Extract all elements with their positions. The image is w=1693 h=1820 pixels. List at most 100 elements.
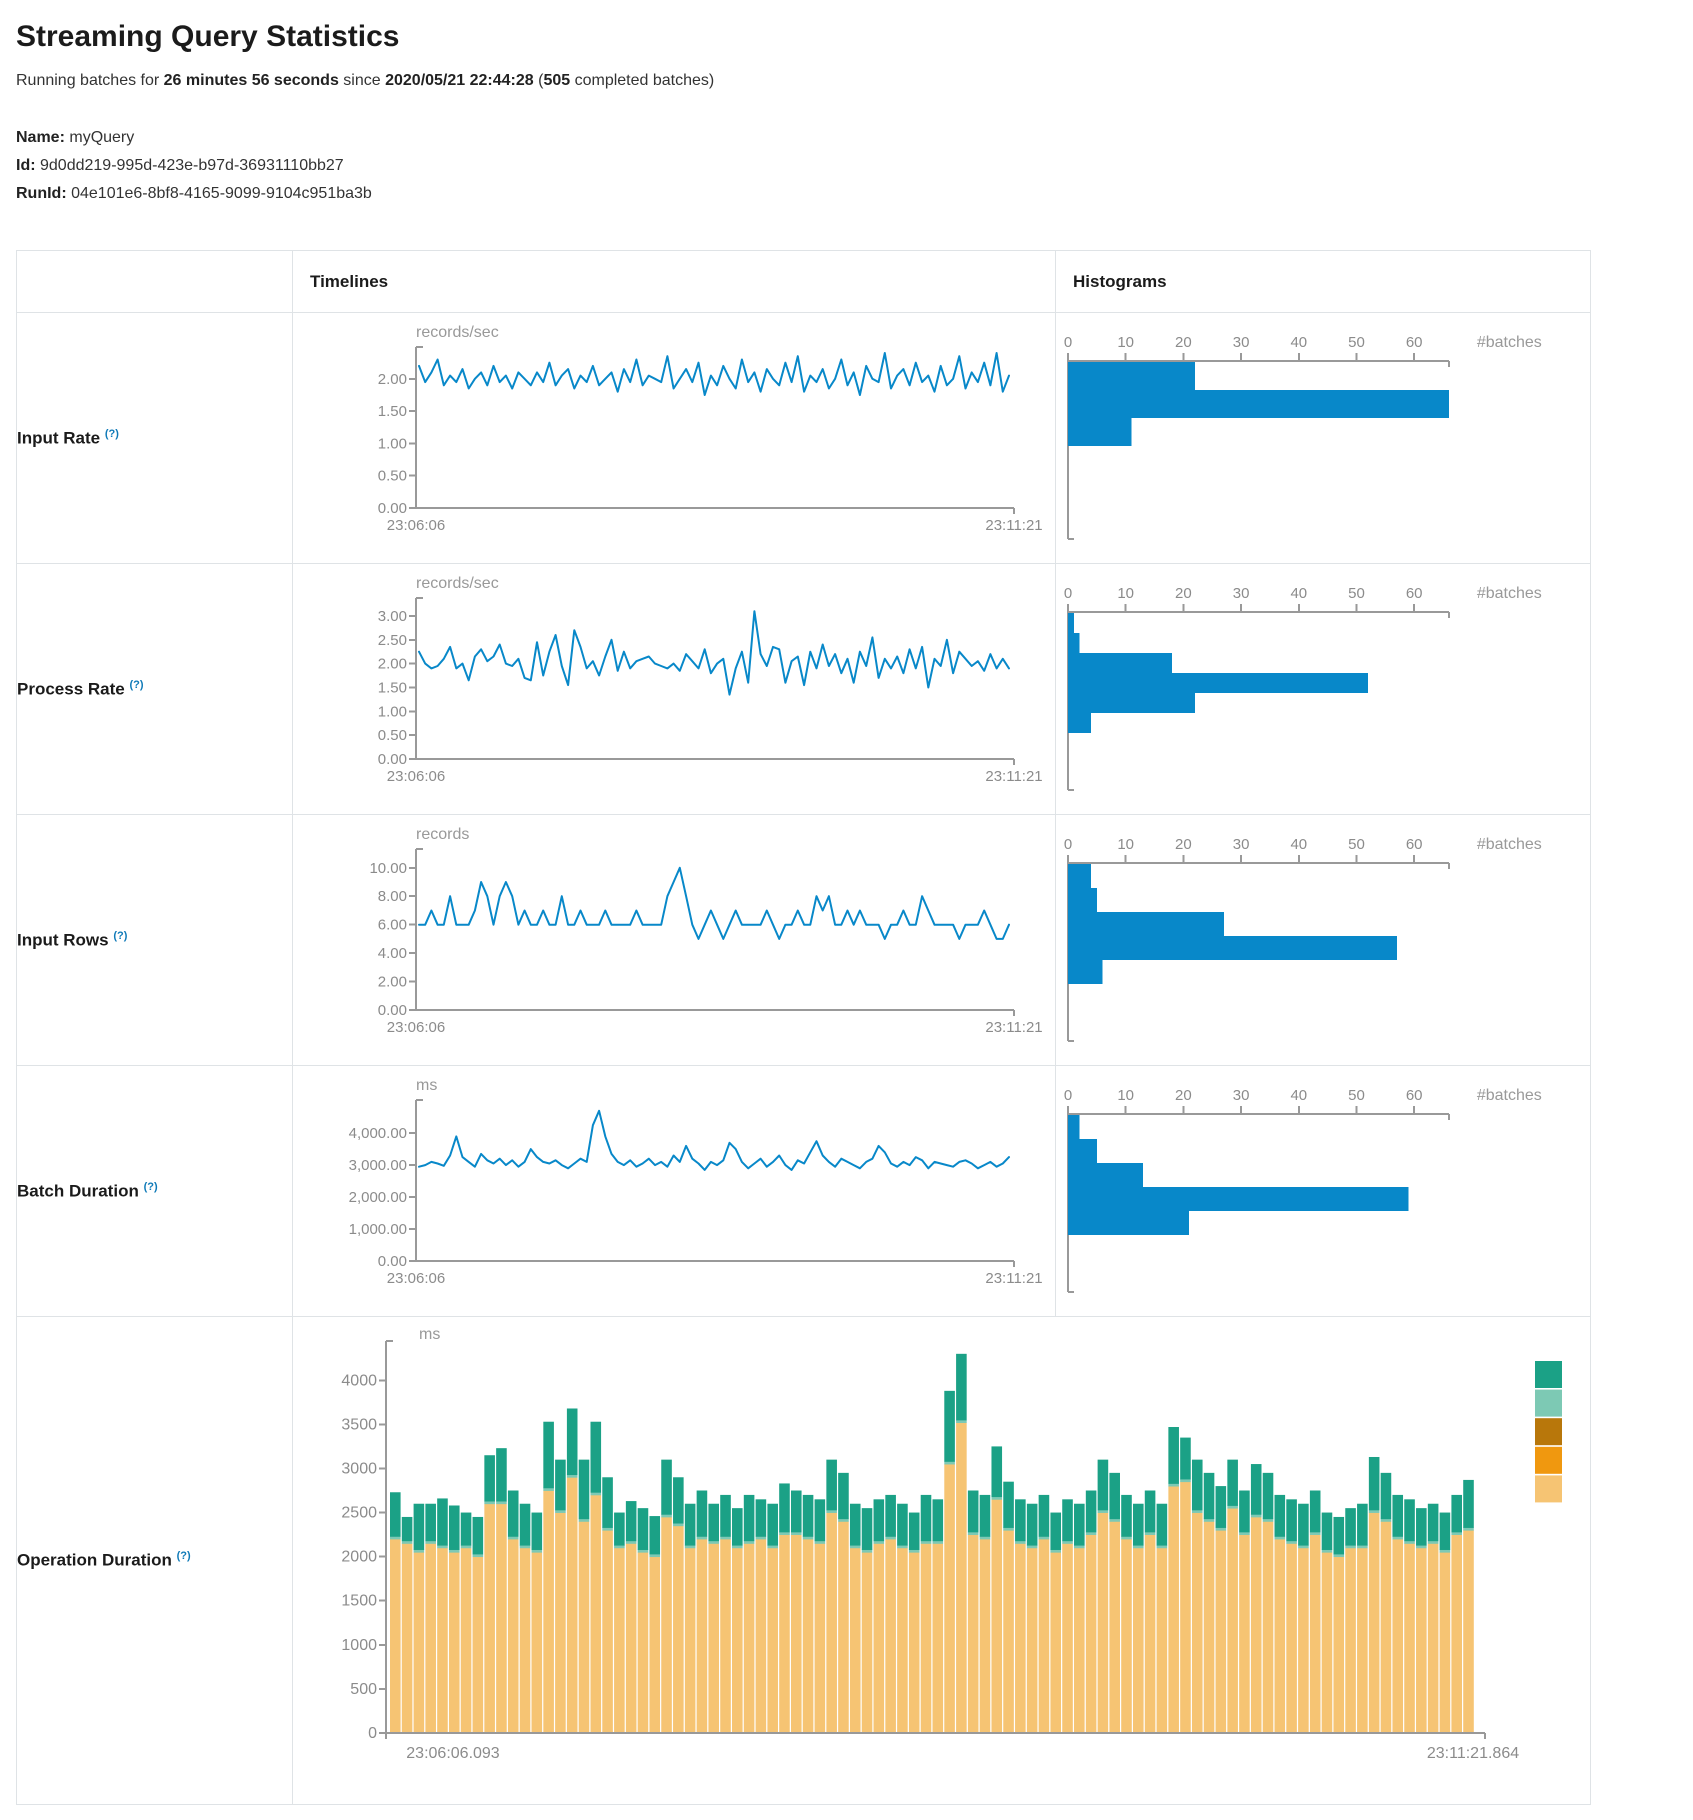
svg-text:30: 30 <box>1233 585 1250 602</box>
svg-text:60: 60 <box>1406 334 1423 351</box>
metric-label-batch-duration: Batch Duration <box>17 1181 139 1200</box>
svg-text:0: 0 <box>368 1725 377 1742</box>
metric-label-process-rate: Process Rate <box>17 679 125 698</box>
svg-text:60: 60 <box>1406 585 1423 602</box>
svg-text:20: 20 <box>1175 334 1192 351</box>
operation-duration-chart-cell: ms0500100015002000250030003500400023:06:… <box>293 1317 1591 1805</box>
summary-prefix: Running batches for <box>16 72 164 89</box>
legend-swatch <box>1535 1361 1562 1388</box>
page: Streaming Query Statistics Running batch… <box>16 20 1693 1805</box>
legend-swatch <box>1535 1447 1562 1474</box>
svg-text:records/sec: records/sec <box>416 575 499 592</box>
operation-duration-stacked-chart: ms0500100015002000250030003500400023:06:… <box>293 1317 1589 1789</box>
svg-text:500: 500 <box>350 1681 377 1698</box>
svg-text:23:06:06: 23:06:06 <box>387 1019 445 1036</box>
input-rows-row: Input Rows (?) records10.008.006.004.002… <box>17 815 1591 1066</box>
svg-text:60: 60 <box>1406 836 1423 853</box>
svg-text:0.00: 0.00 <box>378 1253 407 1270</box>
svg-text:1,000.00: 1,000.00 <box>349 1221 407 1238</box>
svg-text:0.00: 0.00 <box>378 1002 407 1019</box>
help-icon[interactable]: (?) <box>129 679 143 691</box>
query-name-label: Name: <box>16 129 65 146</box>
input-rows-timeline-chart: records10.008.006.004.002.000.0023:06:06… <box>293 815 1043 1055</box>
metric-label-cell: Batch Duration (?) <box>17 1066 293 1317</box>
svg-text:10: 10 <box>1117 1087 1134 1104</box>
svg-text:10.00: 10.00 <box>369 860 407 877</box>
svg-text:records: records <box>416 826 469 843</box>
svg-text:ms: ms <box>416 1077 437 1094</box>
batch-duration-histogram-cell: 0102030405060#batches <box>1056 1066 1591 1317</box>
svg-text:50: 50 <box>1348 1087 1365 1104</box>
svg-text:2.00: 2.00 <box>378 656 407 673</box>
svg-text:0: 0 <box>1064 836 1072 853</box>
input-rate-timeline-cell: records/sec2.001.501.000.500.0023:06:062… <box>293 313 1056 564</box>
batch-duration-row: Batch Duration (?) ms 4,000.00 3,000.00 2,0… <box>17 1066 1591 1317</box>
svg-text:3500: 3500 <box>341 1416 377 1433</box>
query-runid-line: RunId: 04e101e6-8bf8-4165-9099-9104c951b… <box>16 180 1693 208</box>
help-icon[interactable]: (?) <box>113 930 127 942</box>
query-name-line: Name: myQuery <box>16 124 1693 152</box>
svg-text:1000: 1000 <box>341 1637 377 1654</box>
svg-text:0.00: 0.00 <box>378 500 407 517</box>
batch-duration-histogram-chart: 0102030405060#batches <box>1056 1066 1589 1306</box>
svg-text:10: 10 <box>1117 334 1134 351</box>
svg-text:23:11:21: 23:11:21 <box>985 768 1042 785</box>
query-info: Name: myQuery Id: 9d0dd219-995d-423e-b97… <box>16 124 1693 208</box>
svg-text:4.00: 4.00 <box>378 945 407 962</box>
metric-label-cell: Process Rate (?) <box>17 564 293 815</box>
summary-mid: since <box>339 72 385 89</box>
svg-text:23:11:21.864: 23:11:21.864 <box>1427 1745 1519 1762</box>
svg-text:0.00: 0.00 <box>378 751 407 768</box>
operation-duration-row: Operation Duration (?) ms050010001500200… <box>17 1317 1591 1805</box>
process-rate-timeline-cell: records/sec3.002.502.001.501.000.500.002… <box>293 564 1056 815</box>
svg-text:0: 0 <box>1064 1087 1072 1104</box>
process-rate-histogram-cell: 0102030405060#batches <box>1056 564 1591 815</box>
query-id-label: Id: <box>16 157 36 174</box>
svg-text:#batches: #batches <box>1477 836 1542 853</box>
svg-text:20: 20 <box>1175 585 1192 602</box>
metric-label-cell: Operation Duration (?) <box>17 1317 293 1805</box>
svg-text:3,000.00: 3,000.00 <box>349 1157 407 1174</box>
svg-text:60: 60 <box>1406 1087 1423 1104</box>
svg-text:8.00: 8.00 <box>378 888 407 905</box>
table-header-row: Timelines Histograms <box>17 251 1591 313</box>
query-runid-value: 04e101e6-8bf8-4165-9099-9104c951ba3b <box>71 185 372 202</box>
svg-text:4000: 4000 <box>341 1372 377 1389</box>
svg-text:23:06:06: 23:06:06 <box>387 768 445 785</box>
metric-label-cell: Input Rate (?) <box>17 313 293 564</box>
legend-swatch <box>1535 1475 1562 1502</box>
input-rows-histogram-cell: 0102030405060#batches <box>1056 815 1591 1066</box>
svg-text:50: 50 <box>1348 585 1365 602</box>
svg-text:23:06:06.093: 23:06:06.093 <box>406 1745 500 1762</box>
svg-text:2,000.00: 2,000.00 <box>349 1189 407 1206</box>
summary-batch-count: 505 <box>543 72 570 89</box>
help-icon[interactable]: (?) <box>105 428 119 440</box>
histograms-header: Histograms <box>1056 251 1591 313</box>
svg-text:#batches: #batches <box>1477 1087 1542 1104</box>
summary-open-paren: ( <box>534 72 544 89</box>
batch-duration-timeline-cell: ms4,000.003,000.002,000.001,000.000.0023… <box>293 1066 1056 1317</box>
summary-duration: 26 minutes 56 seconds <box>164 72 339 89</box>
svg-text:ms: ms <box>419 1326 440 1343</box>
svg-text:1.50: 1.50 <box>378 679 407 696</box>
help-icon[interactable]: (?) <box>144 1181 158 1193</box>
svg-text:4,000.00: 4,000.00 <box>349 1125 407 1142</box>
input-rate-histogram-chart: 0102030405060#batches <box>1056 313 1589 553</box>
svg-text:50: 50 <box>1348 836 1365 853</box>
svg-text:2.00: 2.00 <box>378 974 407 991</box>
summary-suffix: completed batches) <box>570 72 714 89</box>
metric-label-input-rows: Input Rows <box>17 930 109 949</box>
svg-text:40: 40 <box>1290 1087 1307 1104</box>
svg-text:#batches: #batches <box>1477 585 1542 602</box>
batch-duration-timeline-chart: ms4,000.003,000.002,000.001,000.000.0023… <box>293 1066 1043 1306</box>
svg-text:30: 30 <box>1233 334 1250 351</box>
summary-since: 2020/05/21 22:44:28 <box>385 72 534 89</box>
svg-text:1500: 1500 <box>341 1593 377 1610</box>
svg-text:3000: 3000 <box>341 1460 377 1477</box>
svg-text:#batches: #batches <box>1477 334 1542 351</box>
process-rate-timeline-chart: records/sec3.002.502.001.501.000.500.002… <box>293 564 1043 804</box>
svg-text:2.00: 2.00 <box>378 371 407 388</box>
svg-text:23:11:21: 23:11:21 <box>985 1019 1042 1036</box>
help-icon[interactable]: (?) <box>177 1550 191 1562</box>
svg-text:40: 40 <box>1290 585 1307 602</box>
